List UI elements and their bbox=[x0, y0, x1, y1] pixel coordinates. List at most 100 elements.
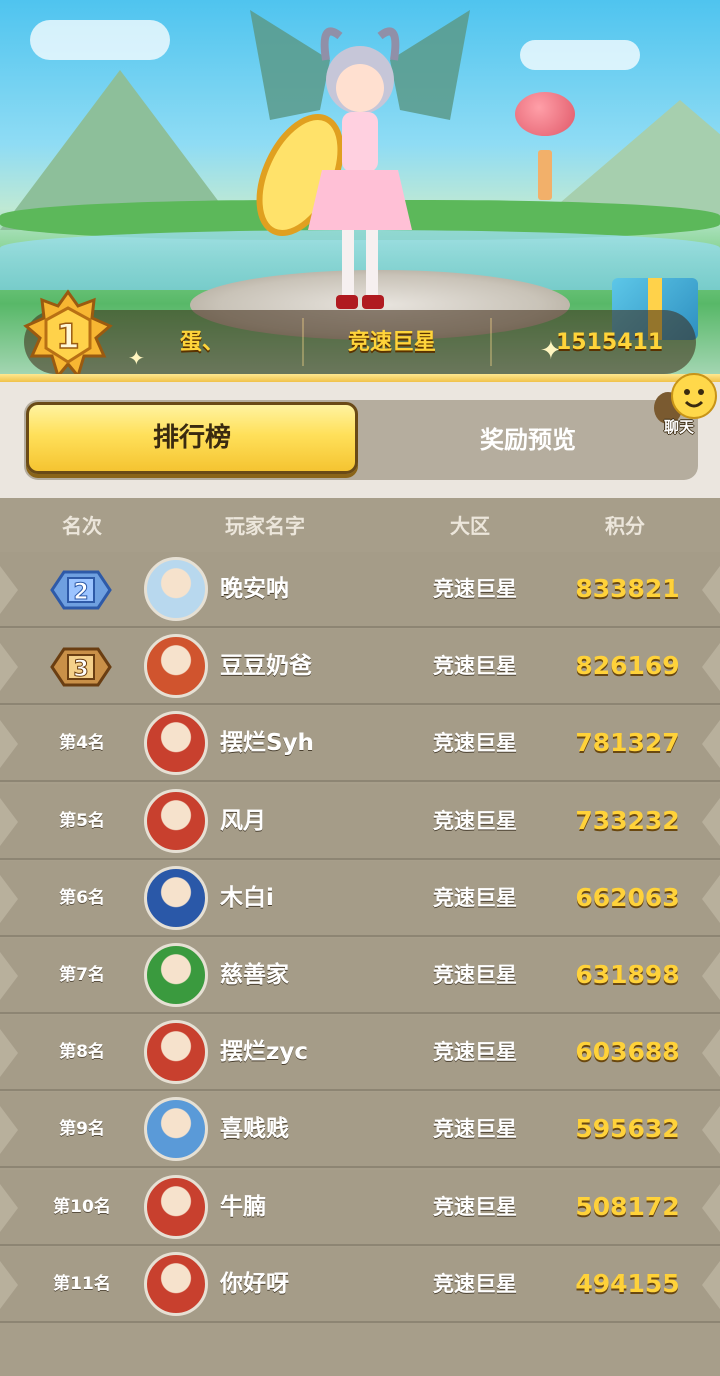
header-region: 大区 bbox=[450, 514, 490, 538]
player-score: 631898 bbox=[575, 960, 680, 989]
row-left-chevron bbox=[0, 1260, 18, 1309]
balloon-basket bbox=[538, 150, 552, 200]
rank-label: 第4名 bbox=[59, 733, 105, 754]
player-name: 豆豆奶爸 bbox=[220, 653, 312, 680]
cloud bbox=[520, 40, 640, 70]
row-left-chevron bbox=[0, 952, 18, 1000]
player-name: 摆烂zyc bbox=[220, 1039, 309, 1066]
player-name: 牛腩 bbox=[220, 1193, 266, 1220]
cloud bbox=[30, 20, 170, 60]
table-row[interactable]: 第9名 喜贱贱 竞速巨星 595632 bbox=[0, 1092, 720, 1169]
row-left-chevron bbox=[0, 720, 18, 769]
top-player-region: 竞速巨星 bbox=[348, 330, 437, 355]
player-avatar[interactable] bbox=[144, 1251, 208, 1316]
divider bbox=[302, 318, 304, 366]
player-score: 662063 bbox=[575, 882, 680, 912]
rank-label: 第8名 bbox=[59, 1042, 105, 1063]
table-row[interactable]: 3 豆豆奶爸 竞速巨星 826169 bbox=[0, 629, 720, 706]
row-right-chevron bbox=[702, 720, 720, 769]
table-row[interactable]: 第5名 风月 竞速巨星 733232 bbox=[0, 783, 720, 860]
table-row[interactable]: 第11名 你好呀 竞速巨星 494155 bbox=[0, 1246, 720, 1323]
rank-label: 第9名 bbox=[59, 1119, 105, 1140]
row-right-chevron bbox=[702, 1029, 720, 1078]
row-left-chevron bbox=[0, 643, 18, 692]
divider bbox=[490, 318, 492, 366]
rank-label: 第10名 bbox=[53, 1196, 111, 1217]
rank-label: 第6名 bbox=[59, 887, 105, 908]
player-avatar[interactable] bbox=[144, 1174, 208, 1239]
player-score: 833821 bbox=[575, 574, 680, 603]
row-right-chevron bbox=[702, 1106, 720, 1155]
rank-label: 第5名 bbox=[59, 810, 105, 831]
player-score: 733232 bbox=[575, 805, 680, 835]
player-region: 竞速巨星 bbox=[433, 885, 517, 910]
row-left-chevron bbox=[0, 874, 18, 923]
table-row[interactable]: 第10名 牛腩 竞速巨星 508172 bbox=[0, 1169, 720, 1246]
player-avatar[interactable] bbox=[144, 943, 208, 1007]
top-player-name: 蛋、 bbox=[180, 330, 225, 355]
rank-number: 2 bbox=[73, 580, 88, 605]
table-row[interactable]: 2 晚安呐 竞速巨星 833821 bbox=[0, 552, 720, 628]
row-left-chevron bbox=[0, 797, 18, 846]
header-rank: 名次 bbox=[62, 514, 102, 538]
row-left-chevron bbox=[0, 1029, 18, 1078]
header-name: 玩家名字 bbox=[225, 514, 305, 538]
player-name: 慈善家 bbox=[220, 962, 289, 988]
player-name: 你好呀 bbox=[220, 1270, 289, 1297]
player-name: 木白i bbox=[220, 884, 274, 911]
player-region: 竞速巨星 bbox=[433, 963, 517, 987]
player-name: 晚安呐 bbox=[220, 576, 289, 602]
player-avatar[interactable] bbox=[144, 788, 208, 853]
rank-bronze-medal-icon: 3 bbox=[50, 647, 112, 687]
row-right-chevron bbox=[702, 566, 720, 614]
player-score: 603688 bbox=[575, 1037, 680, 1067]
player-region: 竞速巨星 bbox=[433, 577, 517, 601]
table-row[interactable]: 第7名 慈善家 竞速巨星 631898 bbox=[0, 938, 720, 1014]
table-row[interactable]: 第4名 摆烂Syh 竞速巨星 781327 bbox=[0, 706, 720, 783]
rank-label: 第7名 bbox=[59, 965, 105, 985]
row-right-chevron bbox=[702, 1183, 720, 1232]
player-avatar[interactable] bbox=[144, 711, 208, 776]
sparkle-icon: ✦ bbox=[128, 346, 145, 370]
rank-label: 第11名 bbox=[53, 1273, 111, 1294]
tab-reward-preview[interactable]: 奖励预览 bbox=[360, 402, 696, 474]
player-region: 竞速巨星 bbox=[433, 654, 517, 679]
table-row[interactable]: 第6名 木白i 竞速巨星 662063 bbox=[0, 860, 720, 937]
player-avatar[interactable] bbox=[144, 1020, 208, 1085]
champion-character bbox=[250, 10, 470, 309]
player-score: 826169 bbox=[575, 651, 680, 681]
player-avatar[interactable] bbox=[144, 634, 208, 699]
row-left-chevron bbox=[0, 1183, 18, 1232]
row-left-chevron bbox=[0, 1106, 18, 1155]
chat-label[interactable]: 聊天 bbox=[650, 416, 708, 437]
player-score: 595632 bbox=[575, 1114, 680, 1144]
player-avatar[interactable] bbox=[144, 1097, 208, 1162]
player-score: 508172 bbox=[575, 1191, 680, 1221]
rank-1-crown-badge: 1 bbox=[23, 289, 113, 380]
header-score: 积分 bbox=[605, 514, 645, 538]
rank-number: 3 bbox=[73, 657, 88, 682]
player-region: 竞速巨星 bbox=[433, 731, 517, 756]
player-region: 竞速巨星 bbox=[433, 1194, 517, 1219]
row-right-chevron bbox=[702, 874, 720, 923]
balloon-icon bbox=[515, 92, 575, 136]
table-header: 名次 玩家名字 大区 积分 bbox=[0, 502, 720, 550]
player-score: 781327 bbox=[575, 728, 680, 758]
row-right-chevron bbox=[702, 797, 720, 846]
player-avatar[interactable] bbox=[144, 557, 208, 621]
player-avatar[interactable] bbox=[144, 865, 208, 930]
table-row[interactable]: 第8名 摆烂zyc 竞速巨星 603688 bbox=[0, 1015, 720, 1092]
rank-1-number: 1 bbox=[56, 317, 80, 357]
gold-divider bbox=[0, 374, 720, 382]
player-region: 竞速巨星 bbox=[433, 1117, 517, 1142]
row-left-chevron bbox=[0, 566, 18, 614]
player-name: 摆烂Syh bbox=[220, 730, 314, 757]
tab-leaderboard-label[interactable]: 排行榜 bbox=[26, 402, 358, 474]
player-region: 竞速巨星 bbox=[433, 1040, 517, 1065]
row-right-chevron bbox=[702, 643, 720, 692]
row-right-chevron bbox=[702, 952, 720, 1000]
player-score: 494155 bbox=[575, 1268, 680, 1298]
rank-silver-medal-icon: 2 bbox=[50, 570, 112, 610]
player-name: 喜贱贱 bbox=[220, 1116, 289, 1143]
player-name: 风月 bbox=[220, 807, 266, 834]
